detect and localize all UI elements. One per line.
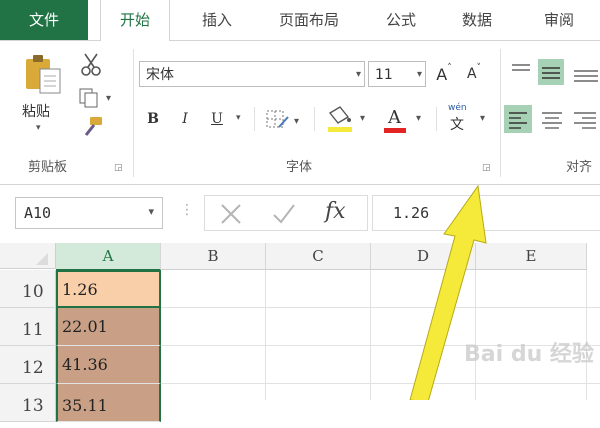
annotation-arrow-icon [409,184,487,400]
